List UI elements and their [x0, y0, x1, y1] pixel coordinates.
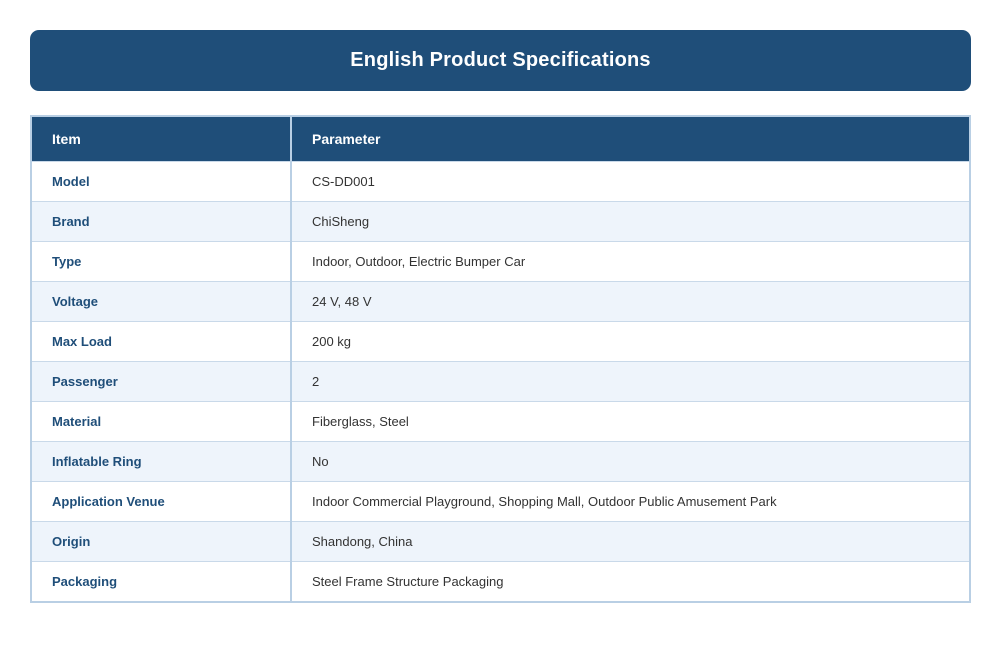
table-row: Brand ChiSheng [31, 201, 970, 242]
column-header-parameter: Parameter [291, 116, 970, 162]
row-item-label: Model [31, 161, 292, 202]
row-parameter-value: ChiSheng [291, 201, 970, 242]
row-item-label: Voltage [31, 281, 292, 322]
row-item-label: Type [31, 241, 292, 282]
row-parameter-value: 24 V, 48 V [291, 281, 970, 322]
row-item-label: Material [31, 401, 292, 442]
table-row: Model CS-DD001 [31, 161, 970, 202]
title-banner: English Product Specifications [30, 30, 971, 91]
table-header-row: Item Parameter [31, 116, 970, 162]
table-row: Packaging Steel Frame Structure Packagin… [31, 561, 970, 602]
row-parameter-value: Indoor Commercial Playground, Shopping M… [291, 481, 970, 522]
row-parameter-value: No [291, 441, 970, 482]
row-parameter-value: Shandong, China [291, 521, 970, 562]
row-item-label: Passenger [31, 361, 292, 402]
table-row: Max Load 200 kg [31, 321, 970, 362]
page-title: English Product Specifications [350, 49, 651, 71]
table-row: Type Indoor, Outdoor, Electric Bumper Ca… [31, 241, 970, 282]
row-item-label: Origin [31, 521, 292, 562]
spec-table: Item Parameter Model CS-DD001 Brand ChiS… [30, 115, 971, 603]
table-row: Application Venue Indoor Commercial Play… [31, 481, 970, 522]
row-item-label: Brand [31, 201, 292, 242]
row-parameter-value: Indoor, Outdoor, Electric Bumper Car [291, 241, 970, 282]
row-item-label: Max Load [31, 321, 292, 362]
table-row: Material Fiberglass, Steel [31, 401, 970, 442]
row-parameter-value: CS-DD001 [291, 161, 970, 202]
row-parameter-value: 200 kg [291, 321, 970, 362]
column-header-item: Item [31, 116, 292, 162]
row-parameter-value: Fiberglass, Steel [291, 401, 970, 442]
table-row: Inflatable Ring No [31, 441, 970, 482]
row-item-label: Inflatable Ring [31, 441, 292, 482]
row-parameter-value: Steel Frame Structure Packaging [291, 561, 970, 602]
row-item-label: Application Venue [31, 481, 292, 522]
row-item-label: Packaging [31, 561, 292, 602]
table-row: Voltage 24 V, 48 V [31, 281, 970, 322]
row-parameter-value: 2 [291, 361, 970, 402]
table-row: Passenger 2 [31, 361, 970, 402]
table-row: Origin Shandong, China [31, 521, 970, 562]
